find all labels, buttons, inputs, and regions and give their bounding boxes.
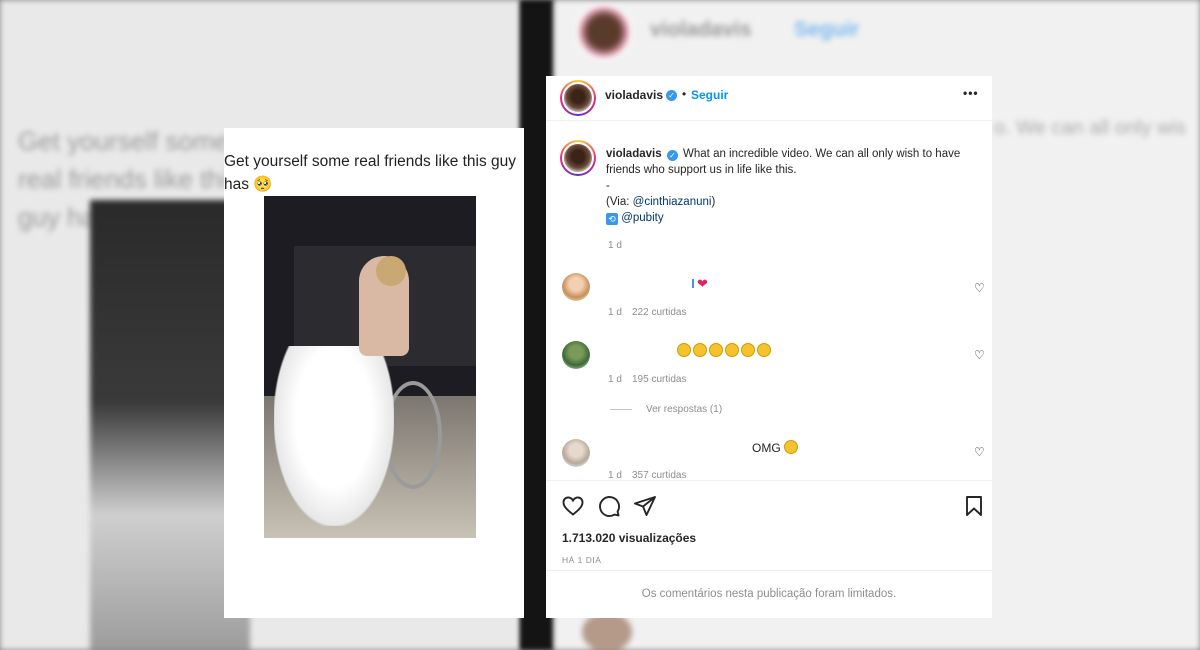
comment-3-meta-clip: 1 d 357 curtidas xyxy=(606,470,756,479)
background-follow: Seguir xyxy=(794,18,860,41)
comment-1-likes[interactable]: 222 curtidas xyxy=(632,307,686,318)
comment-2-avatar[interactable] xyxy=(562,341,590,369)
comment-1-like-icon[interactable]: ♡ xyxy=(974,282,986,294)
header-username[interactable]: violadavis xyxy=(605,88,663,102)
post-header: violadavis ✓ • Seguir ••• xyxy=(546,76,992,121)
comment-3-like-icon[interactable]: ♡ xyxy=(974,446,986,458)
comment-1-text: ❤ xyxy=(692,276,708,292)
comment-1-avatar[interactable] xyxy=(562,273,590,301)
more-options-icon[interactable]: ••• xyxy=(963,86,979,100)
limited-divider xyxy=(546,570,992,571)
video-hair xyxy=(376,256,406,286)
caption-time: 1 d xyxy=(608,240,622,251)
tweet-text: Get yourself some real friends like this… xyxy=(224,153,517,193)
comment-2-likes[interactable]: 195 curtidas xyxy=(632,374,686,385)
comment-3-avatar[interactable] xyxy=(562,439,590,467)
replies-line xyxy=(610,409,632,410)
comment-3-text: OMG xyxy=(752,440,800,455)
repost-mention-link[interactable]: @pubity xyxy=(621,212,663,224)
header-separator: • xyxy=(682,87,687,101)
comments-limited-notice: Os comentários nesta publicação foram li… xyxy=(641,588,897,600)
header-avatar[interactable] xyxy=(560,80,596,116)
verified-badge-icon: ✓ xyxy=(666,90,677,101)
post-time-ago: HÁ 1 DIA xyxy=(562,555,602,565)
caption-dash: - xyxy=(606,180,610,192)
tweet-card: Get yourself some real friends like this… xyxy=(224,128,524,618)
caption-avatar[interactable] xyxy=(560,140,596,176)
comment-1-time: 1 d xyxy=(608,307,622,318)
background-username: violadavis xyxy=(650,18,752,41)
comment-2-text xyxy=(677,343,773,358)
instagram-post-panel: violadavis ✓ • Seguir ••• violadavis ✓ W… xyxy=(546,76,992,618)
caption-via-prefix: (Via: xyxy=(606,196,633,208)
follow-button[interactable]: Seguir xyxy=(691,88,728,102)
comments-divider xyxy=(546,480,992,481)
post-caption: violadavis ✓ What an incredible video. W… xyxy=(606,146,986,226)
caption-verified-icon: ✓ xyxy=(666,150,678,161)
comment-3-time: 1 d xyxy=(608,470,622,479)
comment-bubble-icon[interactable] xyxy=(597,494,621,518)
background-avatar xyxy=(576,4,632,60)
repost-icon: ⟲ xyxy=(606,213,618,225)
via-mention-link[interactable]: @cinthiazanuni xyxy=(633,196,712,208)
like-heart-icon[interactable] xyxy=(561,494,585,518)
video-dress xyxy=(274,346,394,526)
comment-2-like-icon[interactable]: ♡ xyxy=(974,349,986,361)
comment-2-time: 1 d xyxy=(608,374,622,385)
comment-3-likes[interactable]: 357 curtidas xyxy=(632,470,686,479)
caption-via-suffix: ) xyxy=(711,196,716,208)
view-replies-button[interactable]: Ver respostas (1) xyxy=(646,404,722,415)
view-count[interactable]: 1.713.020 visualizações xyxy=(562,531,696,545)
save-bookmark-icon[interactable] xyxy=(962,494,986,518)
background-caption-text: o. We can all only wis xyxy=(994,117,1186,139)
tweet-video[interactable] xyxy=(264,196,476,538)
share-paper-plane-icon[interactable] xyxy=(633,494,657,518)
caption-username[interactable]: violadavis xyxy=(606,148,662,160)
